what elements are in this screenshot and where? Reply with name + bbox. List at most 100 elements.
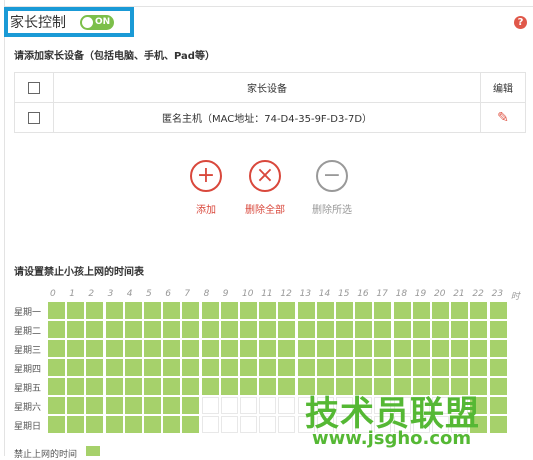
schedule-cell[interactable] (393, 340, 411, 357)
schedule-cell[interactable] (432, 359, 449, 376)
schedule-cell[interactable] (105, 302, 123, 319)
schedule-cell[interactable] (124, 340, 142, 357)
schedule-cell[interactable] (259, 378, 277, 395)
schedule-cell[interactable] (67, 397, 85, 414)
schedule-cell[interactable] (412, 302, 430, 319)
schedule-cell[interactable] (182, 416, 200, 433)
schedule-cell[interactable] (220, 416, 238, 433)
schedule-cell[interactable] (240, 302, 257, 319)
schedule-cell[interactable] (412, 321, 430, 338)
schedule-cell[interactable] (470, 302, 488, 319)
schedule-cell[interactable] (182, 359, 200, 376)
schedule-cell[interactable] (489, 397, 507, 414)
schedule-cell[interactable] (182, 302, 200, 319)
schedule-cell[interactable] (297, 359, 315, 376)
schedule-cell[interactable] (48, 302, 65, 319)
schedule-cell[interactable] (451, 340, 469, 357)
schedule-cell[interactable] (86, 378, 104, 395)
schedule-cell[interactable] (144, 378, 161, 395)
schedule-cell[interactable] (144, 359, 161, 376)
schedule-cell[interactable] (240, 359, 257, 376)
schedule-cell[interactable] (355, 340, 373, 357)
schedule-cell[interactable] (489, 302, 507, 319)
schedule-cell[interactable] (124, 416, 142, 433)
schedule-cell[interactable] (470, 359, 488, 376)
schedule-cell[interactable] (182, 340, 200, 357)
schedule-cell[interactable] (470, 340, 488, 357)
edit-icon[interactable]: ✎ (497, 110, 509, 126)
schedule-cell[interactable] (240, 397, 257, 414)
schedule-cell[interactable] (278, 302, 296, 319)
schedule-cell[interactable] (451, 359, 469, 376)
schedule-cell[interactable] (67, 378, 85, 395)
parental-control-toggle[interactable]: ON (80, 15, 114, 30)
schedule-cell[interactable] (336, 321, 353, 338)
schedule-cell[interactable] (355, 302, 373, 319)
schedule-cell[interactable] (489, 359, 507, 376)
schedule-cell[interactable] (278, 416, 296, 433)
schedule-cell[interactable] (374, 340, 392, 357)
schedule-cell[interactable] (355, 321, 373, 338)
add-button[interactable]: + 添加 (176, 160, 236, 216)
help-icon[interactable]: ? (514, 16, 527, 29)
schedule-cell[interactable] (240, 416, 257, 433)
schedule-cell[interactable] (144, 302, 161, 319)
schedule-cell[interactable] (297, 340, 315, 357)
schedule-cell[interactable] (48, 397, 65, 414)
schedule-cell[interactable] (86, 397, 104, 414)
schedule-cell[interactable] (432, 340, 449, 357)
schedule-cell[interactable] (451, 302, 469, 319)
schedule-cell[interactable] (163, 340, 181, 357)
schedule-cell[interactable] (201, 397, 219, 414)
schedule-cell[interactable] (201, 378, 219, 395)
schedule-cell[interactable] (336, 340, 353, 357)
schedule-cell[interactable] (489, 378, 507, 395)
schedule-cell[interactable] (489, 321, 507, 338)
schedule-cell[interactable] (220, 378, 238, 395)
schedule-cell[interactable] (259, 321, 277, 338)
schedule-cell[interactable] (201, 302, 219, 319)
schedule-cell[interactable] (182, 397, 200, 414)
schedule-cell[interactable] (432, 302, 449, 319)
schedule-cell[interactable] (201, 340, 219, 357)
schedule-cell[interactable] (86, 359, 104, 376)
schedule-cell[interactable] (316, 340, 334, 357)
schedule-cell[interactable] (297, 302, 315, 319)
schedule-cell[interactable] (144, 416, 161, 433)
schedule-cell[interactable] (220, 302, 238, 319)
schedule-cell[interactable] (259, 340, 277, 357)
schedule-cell[interactable] (144, 321, 161, 338)
schedule-cell[interactable] (470, 321, 488, 338)
schedule-cell[interactable] (163, 302, 181, 319)
schedule-cell[interactable] (336, 302, 353, 319)
schedule-cell[interactable] (67, 416, 85, 433)
schedule-cell[interactable] (412, 340, 430, 357)
delete-all-button[interactable]: × 删除全部 (235, 160, 295, 216)
schedule-cell[interactable] (182, 378, 200, 395)
schedule-cell[interactable] (124, 397, 142, 414)
schedule-cell[interactable] (105, 416, 123, 433)
schedule-cell[interactable] (163, 397, 181, 414)
schedule-cell[interactable] (201, 359, 219, 376)
schedule-cell[interactable] (393, 321, 411, 338)
schedule-cell[interactable] (316, 302, 334, 319)
schedule-cell[interactable] (374, 302, 392, 319)
row-checkbox[interactable] (28, 111, 40, 124)
schedule-cell[interactable] (278, 378, 296, 395)
schedule-cell[interactable] (316, 359, 334, 376)
schedule-cell[interactable] (144, 340, 161, 357)
schedule-cell[interactable] (48, 321, 65, 338)
schedule-cell[interactable] (48, 416, 65, 433)
schedule-cell[interactable] (182, 321, 200, 338)
schedule-cell[interactable] (105, 359, 123, 376)
schedule-cell[interactable] (393, 302, 411, 319)
schedule-cell[interactable] (163, 359, 181, 376)
schedule-cell[interactable] (220, 397, 238, 414)
schedule-cell[interactable] (163, 321, 181, 338)
schedule-cell[interactable] (432, 321, 449, 338)
schedule-cell[interactable] (259, 397, 277, 414)
schedule-cell[interactable] (67, 321, 85, 338)
schedule-cell[interactable] (278, 359, 296, 376)
schedule-cell[interactable] (240, 321, 257, 338)
schedule-cell[interactable] (86, 321, 104, 338)
